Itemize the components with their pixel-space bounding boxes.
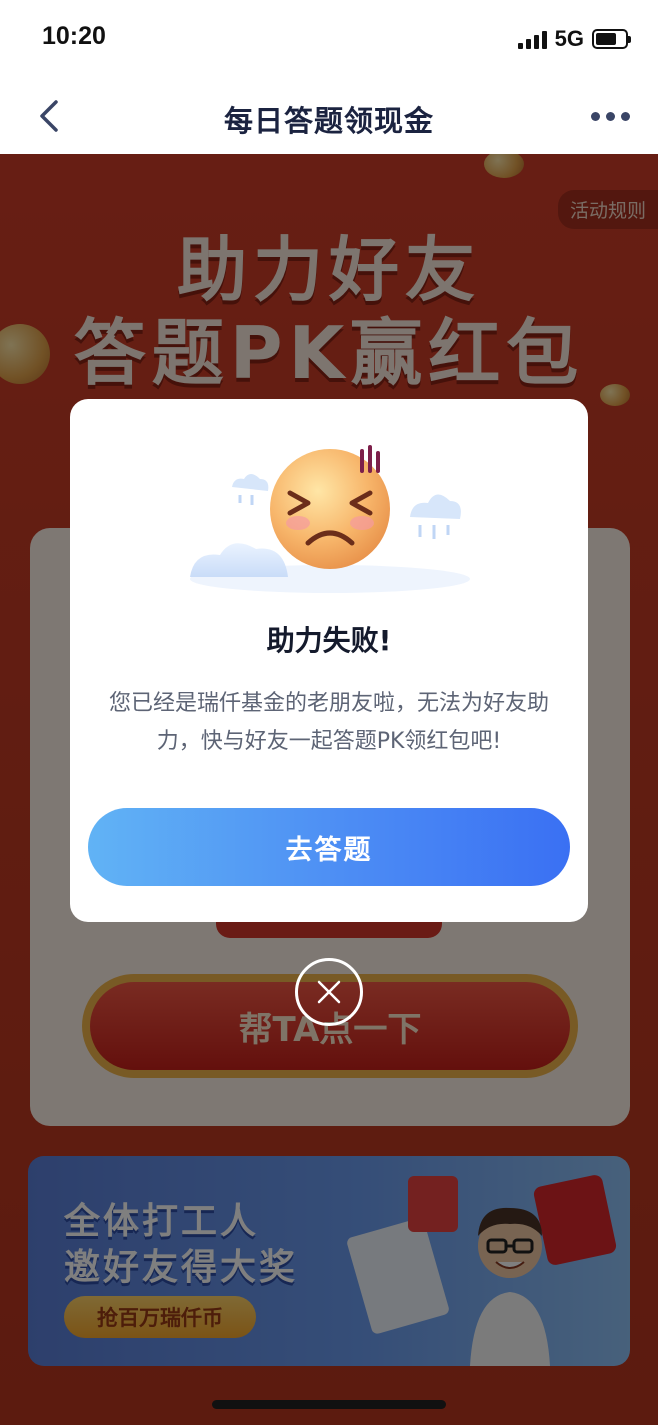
page-title: 每日答题领现金 (223, 104, 434, 138)
close-dialog-button[interactable] (295, 958, 363, 1026)
status-icons: 5G (517, 26, 631, 52)
nav-bar: 每日答题领现金 (0, 78, 658, 154)
dialog-title: 助力失败! (266, 624, 392, 657)
more-dot (591, 112, 600, 121)
more-menu-button[interactable] (591, 112, 630, 121)
go-answer-button[interactable]: 去答题 (88, 808, 570, 886)
status-bar: 10:20 5G (0, 0, 658, 78)
dialog-message: 您已经是瑞仟基金的老朋友啦，无法为好友助力，快与好友一起答题PK领红包吧! (108, 691, 549, 754)
home-indicator (212, 1400, 446, 1409)
more-dot (606, 112, 615, 121)
network-type: 5G (554, 26, 584, 51)
status-time: 10:20 (42, 22, 106, 50)
help-failed-dialog: 助力失败! 您已经是瑞仟基金的老朋友啦，无法为好友助力，快与好友一起答题PK领红… (70, 399, 588, 922)
battery-icon (592, 29, 631, 49)
signal-icon (517, 29, 547, 49)
more-dot (621, 112, 630, 121)
sad-face-illustration (190, 445, 470, 593)
close-icon (317, 980, 341, 1004)
